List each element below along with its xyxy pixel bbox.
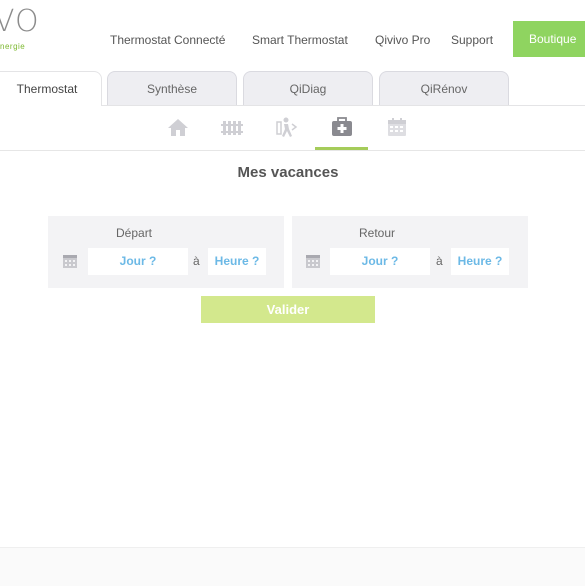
return-at-label: à [436,254,443,268]
departure-time-field[interactable]: Heure ? [208,248,266,275]
return-calendar-icon[interactable] [306,254,320,268]
tab-thermostat[interactable]: Thermostat [0,71,102,106]
nav-smart-thermostat[interactable]: Smart Thermostat [252,33,348,47]
return-panel: Retour Jour ? à Heure ? [292,216,528,288]
logo-tagline: nergie [0,42,26,51]
tab-qirenov[interactable]: QiRénov [379,71,509,105]
nav-qivivo-pro[interactable]: Qivivo Pro [375,33,430,47]
validate-button[interactable]: Valider [201,296,375,323]
footer [0,547,585,586]
tab-bar: Thermostat Synthèse QiDiag QiRénov [0,71,585,106]
departure-day-field[interactable]: Jour ? [88,248,188,275]
logo[interactable]: VO [0,4,40,39]
tab-qidiag[interactable]: QiDiag [243,71,373,105]
calendar-icon[interactable] [385,116,409,138]
return-day-field[interactable]: Jour ? [330,248,430,275]
home-icon[interactable] [166,116,190,138]
nav-thermostat-connecte[interactable]: Thermostat Connecté [110,33,225,47]
departure-at-label: à [193,254,200,268]
page-title: Mes vacances [237,164,339,181]
header: VO nergie Thermostat Connecté Smart Ther… [0,0,585,60]
mode-icon-bar [0,106,585,151]
tab-synthese[interactable]: Synthèse [107,71,237,105]
nav-support[interactable]: Support [451,33,493,47]
radiator-icon[interactable] [220,116,244,138]
shop-button[interactable]: Boutique [513,21,585,57]
return-time-field[interactable]: Heure ? [451,248,509,275]
suitcase-icon[interactable] [330,116,354,138]
person-leaving-icon[interactable] [275,116,299,138]
departure-panel: Départ Jour ? à Heure ? [48,216,284,288]
departure-calendar-icon[interactable] [63,254,77,268]
active-mode-indicator [315,147,368,150]
return-label: Retour [359,226,396,240]
departure-label: Départ [116,226,153,240]
